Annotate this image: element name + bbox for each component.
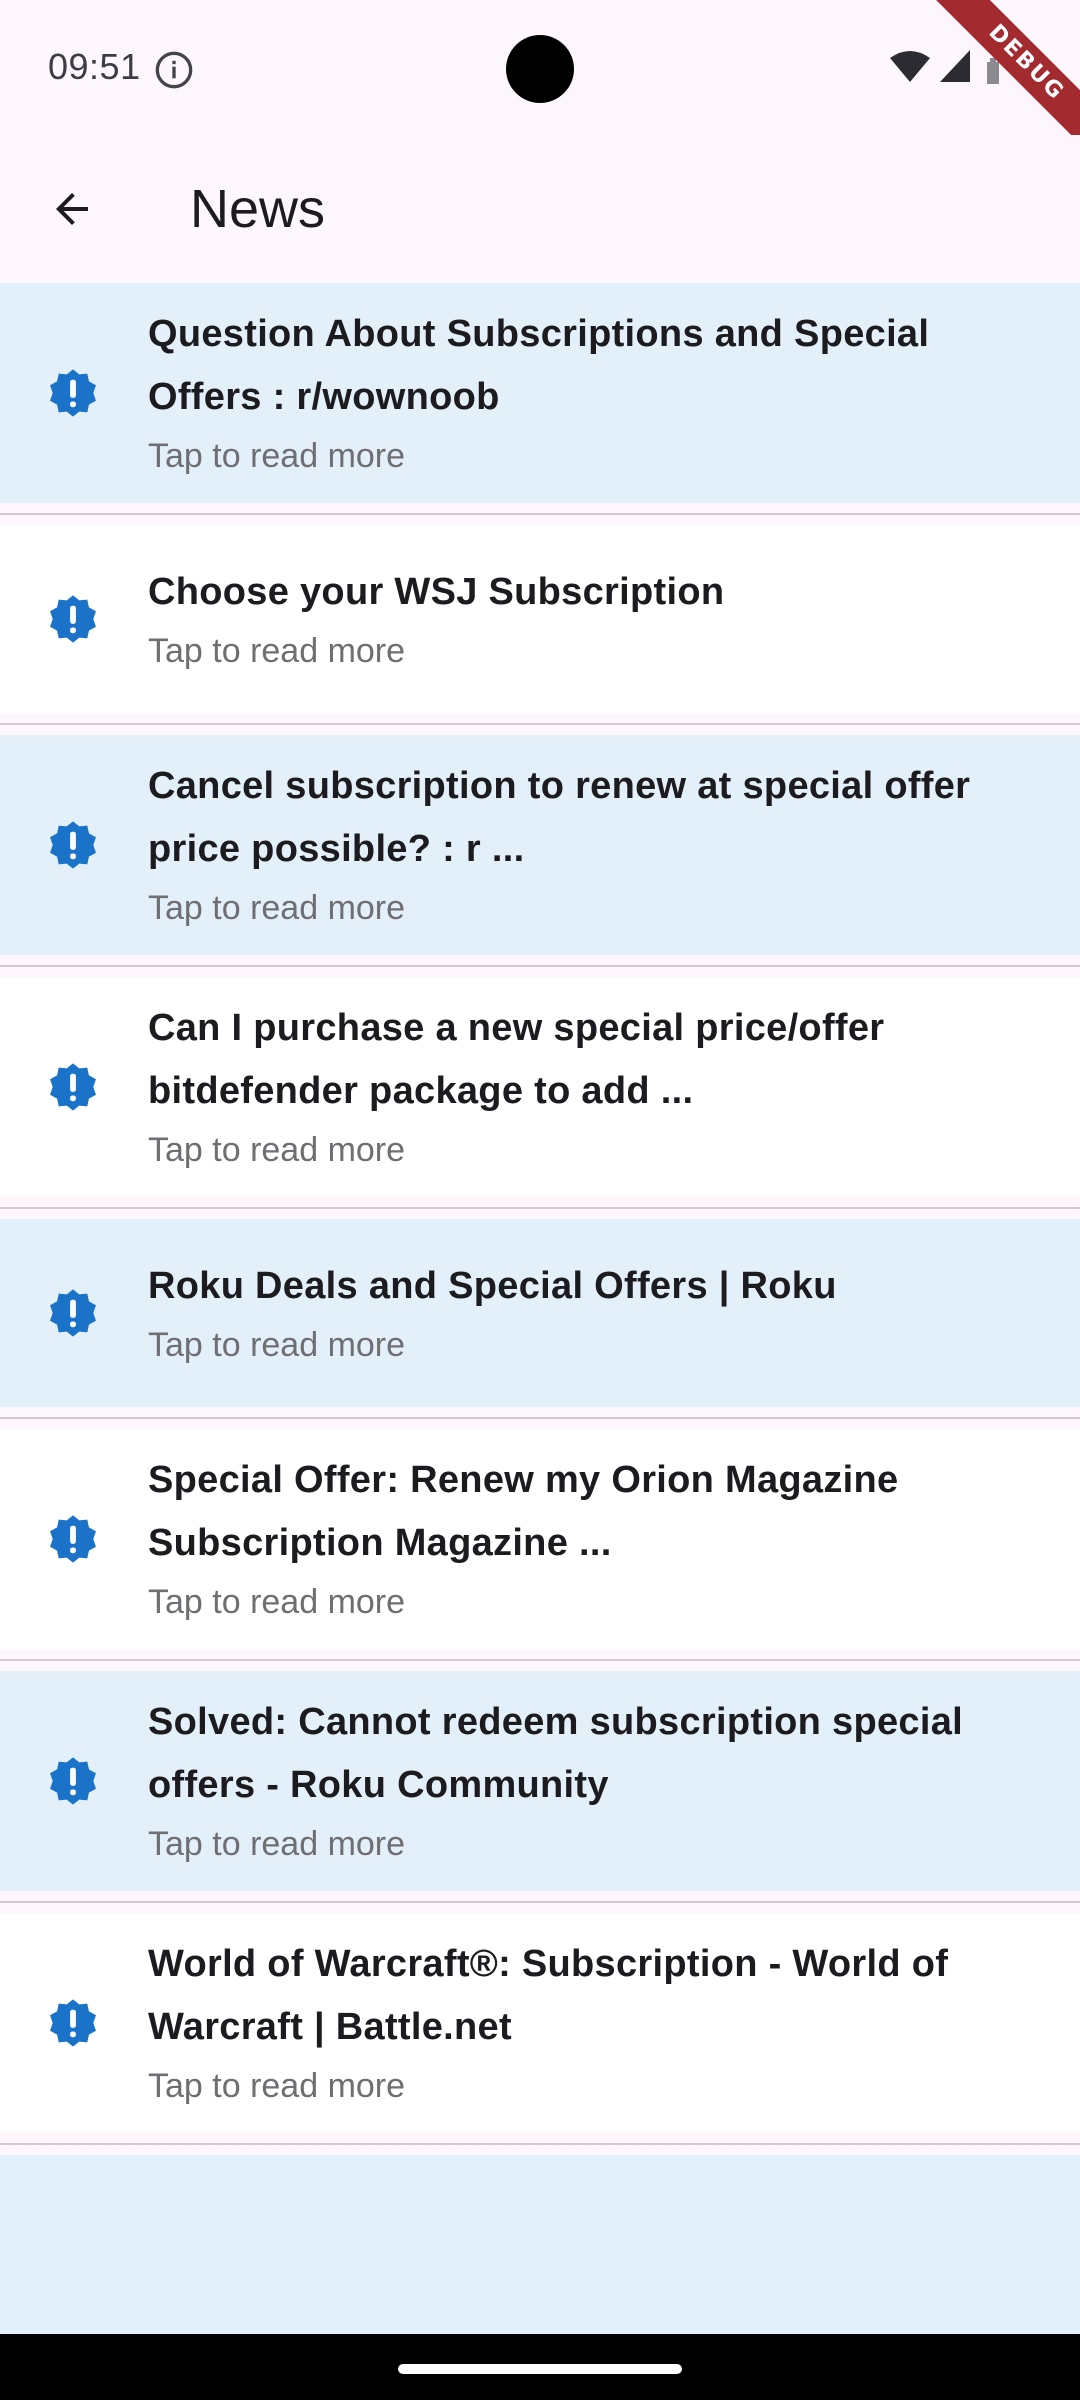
news-item-subtitle: Tap to read more (148, 889, 406, 927)
divider-line (0, 513, 1080, 515)
news-item-partial[interactable] (0, 2155, 1080, 2343)
battery-icon (987, 58, 999, 84)
news-item[interactable]: Solved: Cannot redeem subscription speci… (0, 1671, 1080, 1891)
divider-line (0, 965, 1080, 967)
alert-badge-icon (50, 369, 96, 417)
news-item-title: Can I purchase a new special price/offer… (148, 1007, 885, 1112)
signal-icon (940, 50, 970, 82)
divider-line (0, 723, 1080, 725)
camera-cutout (506, 35, 574, 103)
news-item-subtitle: Tap to read more (148, 2067, 406, 2105)
divider-line (0, 2143, 1080, 2145)
divider-line (0, 1659, 1080, 1661)
news-item[interactable]: Cancel subscription to renew at special … (0, 735, 1080, 955)
news-item-title: Choose your WSJ Subscription (148, 570, 725, 613)
alert-badge-icon (50, 1063, 96, 1111)
news-list: Question About Subscriptions and Special… (0, 283, 1080, 2343)
arrow-back-icon (56, 193, 88, 225)
news-item-text: Roku Deals and Special Offers | Roku Tap… (148, 1255, 1020, 1372)
news-item-title: Question About Subscriptions and Special… (148, 313, 930, 418)
divider (0, 1891, 1080, 1913)
news-item-text: Cancel subscription to renew at special … (148, 755, 1020, 935)
news-item-subtitle: Tap to read more (148, 1583, 406, 1621)
page-title: News (190, 179, 326, 239)
divider-line (0, 1901, 1080, 1903)
news-item-title: World of Warcraft®: Subscription - World… (148, 1943, 949, 2048)
divider (0, 2133, 1080, 2155)
news-item-text: Special Offer: Renew my Orion Magazine S… (148, 1449, 1020, 1629)
news-item-title: Cancel subscription to renew at special … (148, 765, 971, 870)
news-item[interactable]: Special Offer: Renew my Orion Magazine S… (0, 1429, 1080, 1649)
news-item-title: Roku Deals and Special Offers | Roku (148, 1264, 837, 1307)
divider (0, 1197, 1080, 1219)
app-bar: News (0, 135, 1080, 283)
divider (0, 1649, 1080, 1671)
divider (0, 713, 1080, 735)
news-item[interactable]: Choose your WSJ Subscription Tap to read… (0, 525, 1080, 713)
news-item-text: World of Warcraft®: Subscription - World… (148, 1933, 1020, 2113)
alert-badge-icon (50, 1515, 96, 1563)
news-item-subtitle: Tap to read more (148, 437, 406, 475)
divider-line (0, 1417, 1080, 1419)
alert-badge-icon (50, 595, 96, 643)
home-indicator[interactable] (398, 2364, 682, 2374)
info-icon (155, 51, 193, 89)
news-item-text: Choose your WSJ Subscription Tap to read… (148, 561, 1020, 678)
news-item-title: Solved: Cannot redeem subscription speci… (148, 1701, 964, 1806)
news-item[interactable]: Can I purchase a new special price/offer… (0, 977, 1080, 1197)
alert-badge-icon (50, 821, 96, 869)
alert-badge-icon (50, 1289, 96, 1337)
status-bar: 09:51 DEBUG (0, 0, 1080, 160)
alert-badge-icon (50, 1999, 96, 2047)
status-time: 09:51 (48, 46, 141, 87)
divider (0, 1407, 1080, 1429)
news-item[interactable]: Roku Deals and Special Offers | Roku Tap… (0, 1219, 1080, 1407)
news-item-title: Special Offer: Renew my Orion Magazine S… (148, 1459, 899, 1564)
wifi-icon (890, 51, 930, 82)
news-item-subtitle: Tap to read more (148, 631, 406, 670)
system-nav-bar (0, 2334, 1080, 2400)
divider-line (0, 1207, 1080, 1209)
screen: 09:51 DEBUG News Question About Subscrip… (0, 0, 1080, 2400)
news-item-text: Can I purchase a new special price/offer… (148, 997, 1020, 1177)
news-item[interactable]: World of Warcraft®: Subscription - World… (0, 1913, 1080, 2133)
news-item[interactable]: Question About Subscriptions and Special… (0, 283, 1080, 503)
news-item-text: Question About Subscriptions and Special… (148, 303, 1020, 483)
divider (0, 503, 1080, 525)
news-item-subtitle: Tap to read more (148, 1825, 406, 1863)
divider (0, 955, 1080, 977)
news-item-subtitle: Tap to read more (148, 1325, 406, 1364)
back-button[interactable] (34, 171, 110, 247)
alert-badge-icon (50, 1757, 96, 1805)
news-item-text: Solved: Cannot redeem subscription speci… (148, 1691, 1020, 1871)
news-item-subtitle: Tap to read more (148, 1131, 406, 1169)
